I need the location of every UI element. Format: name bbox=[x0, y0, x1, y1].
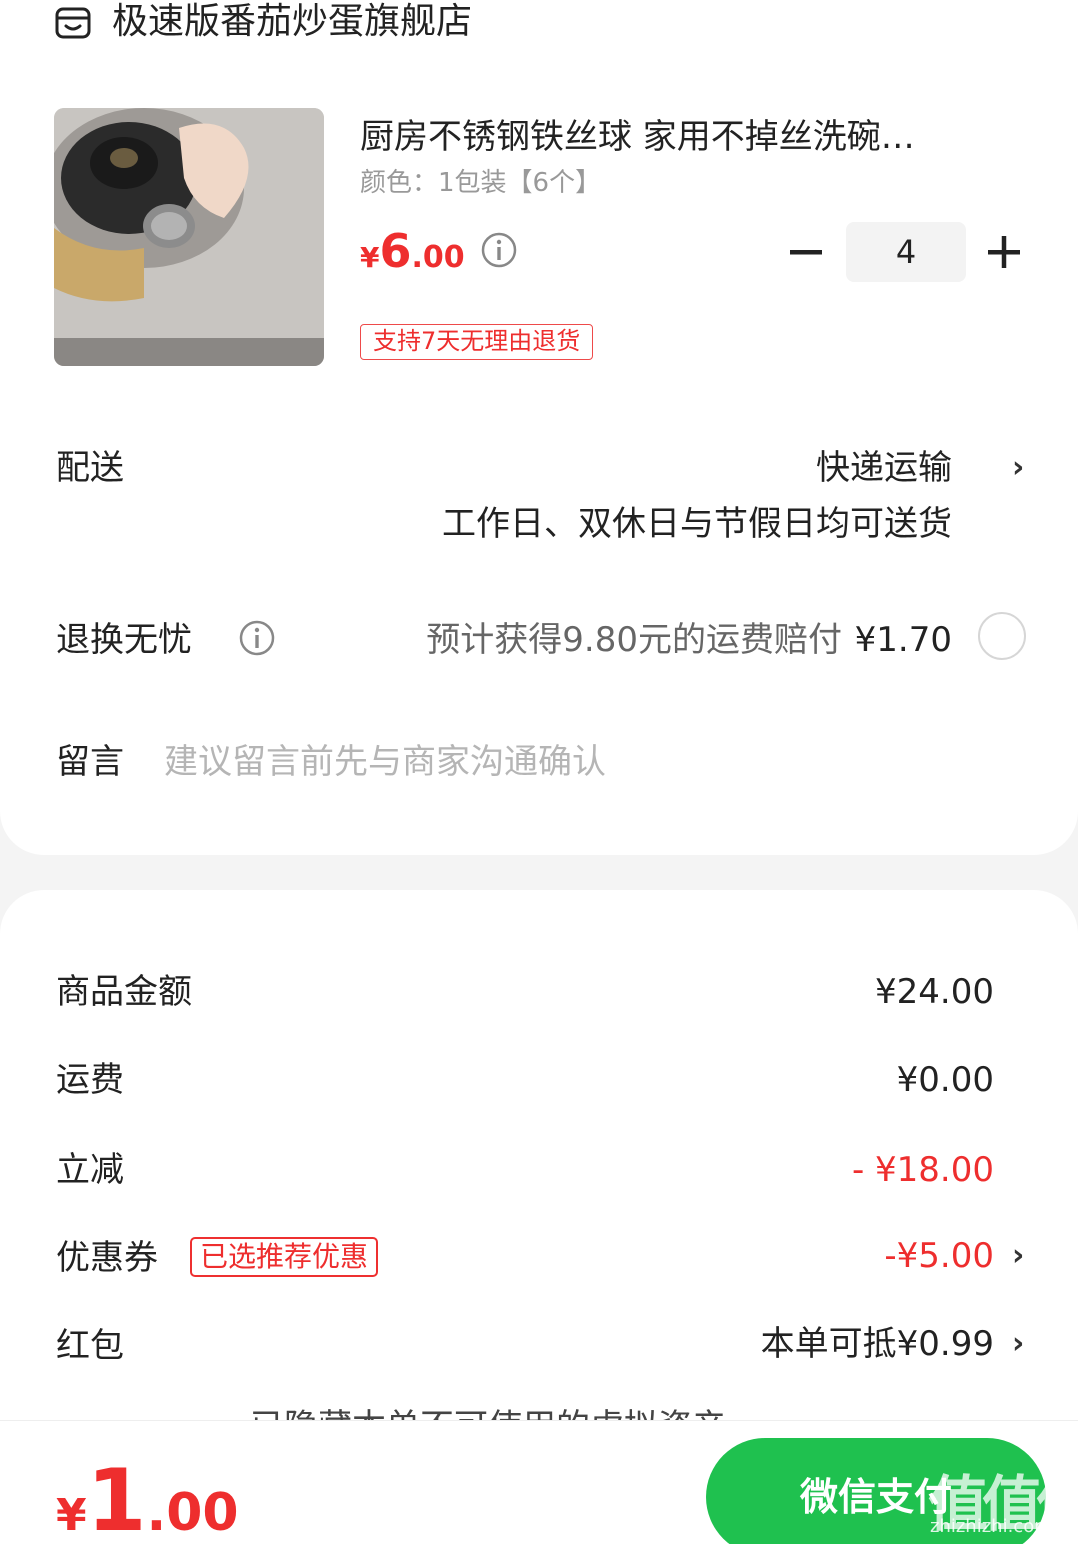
product-spec[interactable]: 颜色：1包装【6个】 bbox=[360, 166, 601, 200]
return-insurance-label: 退换无忧 bbox=[56, 620, 192, 660]
product-image[interactable] bbox=[54, 108, 324, 366]
price-integer: 6 bbox=[379, 224, 412, 278]
red-packet-chevron-icon[interactable]: › bbox=[1012, 1322, 1024, 1366]
return-insurance-radio[interactable] bbox=[978, 612, 1026, 660]
total-currency: ¥ bbox=[56, 1490, 87, 1541]
price-currency: ¥ bbox=[360, 241, 380, 274]
instant-discount-value: - ¥18.00 bbox=[851, 1150, 994, 1190]
message-input[interactable]: 建议留言前先与商家沟通确认 bbox=[164, 740, 606, 784]
return-insurance-desc: 预计获得9.80元的运费赔付 bbox=[426, 620, 842, 660]
quantity-plus-button[interactable] bbox=[984, 232, 1024, 272]
delivery-label: 配送 bbox=[56, 448, 124, 488]
shipping-fee-label: 运费 bbox=[56, 1060, 124, 1100]
product-price: ¥6.00 bbox=[360, 224, 465, 278]
quantity-minus-button[interactable] bbox=[786, 232, 826, 272]
price-info-icon[interactable] bbox=[480, 231, 518, 269]
return-insurance-info-icon[interactable] bbox=[238, 619, 276, 657]
product-title[interactable]: 厨房不锈钢铁丝球 家用不掉丝洗碗… bbox=[360, 114, 1000, 160]
coupon-selected-badge: 已选推荐优惠 bbox=[190, 1237, 379, 1277]
delivery-chevron-icon[interactable]: › bbox=[1012, 446, 1024, 490]
store-icon bbox=[55, 7, 91, 39]
red-packet-value[interactable]: 本单可抵¥0.99 bbox=[761, 1322, 994, 1366]
quantity-input[interactable]: 4 bbox=[846, 222, 966, 282]
shipping-fee-value: ¥0.00 bbox=[896, 1060, 994, 1100]
total-price: ¥1.00 bbox=[56, 1456, 239, 1544]
total-integer: 1 bbox=[86, 1451, 147, 1544]
red-packet-label: 红包 bbox=[56, 1326, 124, 1366]
price-decimal: .00 bbox=[411, 240, 465, 275]
goods-amount-value: ¥24.00 bbox=[875, 972, 994, 1012]
coupon-label: 优惠券 bbox=[56, 1238, 158, 1278]
store-name[interactable]: 极速版番茄炒蛋旗舰店 bbox=[112, 0, 472, 44]
instant-discount-label: 立减 bbox=[56, 1150, 124, 1190]
delivery-method[interactable]: 快递运输 bbox=[816, 446, 952, 490]
total-decimal: .00 bbox=[146, 1483, 239, 1543]
return-policy-badge: 支持7天无理由退货 bbox=[360, 324, 594, 360]
goods-amount-label: 商品金额 bbox=[56, 972, 192, 1012]
return-insurance-price: ¥1.70 bbox=[854, 620, 952, 660]
coupon-chevron-icon[interactable]: › bbox=[1012, 1234, 1024, 1278]
coupon-value[interactable]: -¥5.00 bbox=[884, 1234, 994, 1278]
watermark-url: zhizhizhi.com bbox=[930, 1516, 1052, 1537]
message-label: 留言 bbox=[56, 742, 124, 782]
delivery-note: 工作日、双休日与节假日均可送货 bbox=[442, 504, 952, 544]
